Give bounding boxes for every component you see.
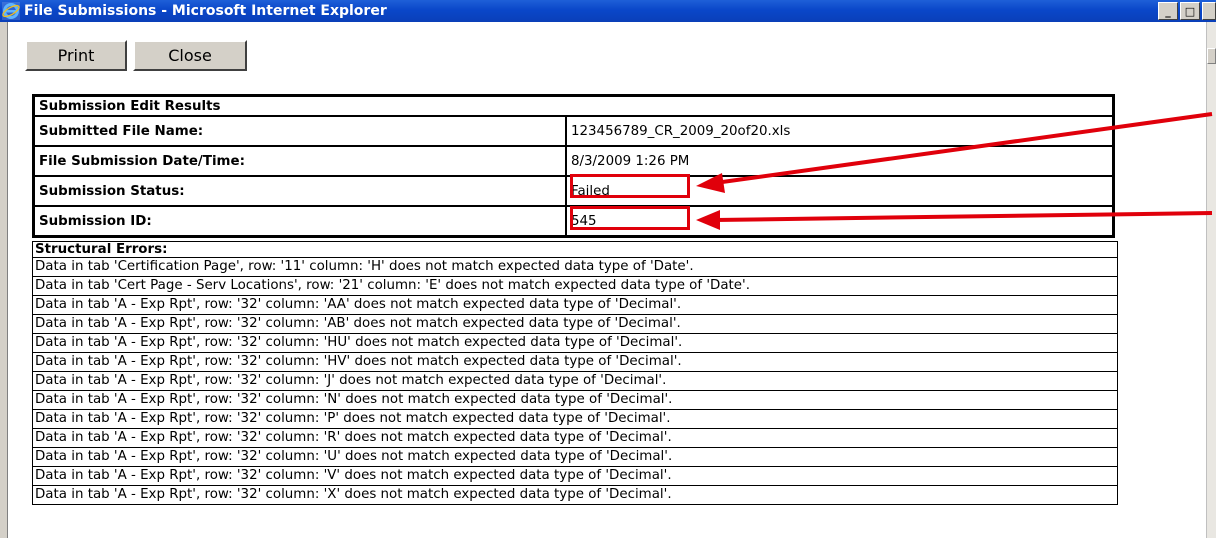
error-message: Data in tab 'A - Exp Rpt', row: '32' col…: [32, 409, 1118, 429]
table-row: Data in tab 'A - Exp Rpt', row: '32' col…: [32, 352, 1118, 372]
structural-errors-table: Structural Errors: Data in tab 'Certific…: [32, 241, 1118, 505]
error-message: Data in tab 'A - Exp Rpt', row: '32' col…: [32, 485, 1118, 505]
error-message: Data in tab 'A - Exp Rpt', row: '32' col…: [32, 371, 1118, 391]
submission-id-label: Submission ID:: [32, 205, 567, 238]
id-highlight-box: [570, 206, 690, 230]
file-name-label: Submitted File Name:: [32, 115, 567, 147]
table-row: Data in tab 'Certification Page', row: '…: [32, 257, 1118, 277]
window-controls: _ □: [1158, 2, 1216, 20]
results-header-row: Submission Edit Results: [32, 94, 1115, 117]
errors-header: Structural Errors:: [32, 241, 1118, 258]
table-row: Data in tab 'A - Exp Rpt', row: '32' col…: [32, 390, 1118, 410]
table-row: Data in tab 'A - Exp Rpt', row: '32' col…: [32, 409, 1118, 429]
close-window-button[interactable]: [1202, 2, 1216, 20]
table-row: Data in tab 'A - Exp Rpt', row: '32' col…: [32, 371, 1118, 391]
minimize-button[interactable]: _: [1158, 2, 1178, 20]
table-row: Data in tab 'A - Exp Rpt', row: '32' col…: [32, 314, 1118, 334]
status-highlight-box: [570, 174, 690, 198]
submission-date-value: 8/3/2009 1:26 PM: [565, 145, 1115, 177]
error-message: Data in tab 'A - Exp Rpt', row: '32' col…: [32, 314, 1118, 334]
scroll-up-arrow-icon[interactable]: [1207, 48, 1216, 64]
table-row: Data in tab 'A - Exp Rpt', row: '32' col…: [32, 428, 1118, 448]
error-message: Data in tab 'A - Exp Rpt', row: '32' col…: [32, 333, 1118, 353]
error-message: Data in tab 'A - Exp Rpt', row: '32' col…: [32, 466, 1118, 486]
browser-window: File Submissions - Microsoft Internet Ex…: [0, 0, 1216, 538]
error-message: Data in tab 'A - Exp Rpt', row: '32' col…: [32, 447, 1118, 467]
error-message: Data in tab 'A - Exp Rpt', row: '32' col…: [32, 352, 1118, 372]
table-row: Data in tab 'A - Exp Rpt', row: '32' col…: [32, 447, 1118, 467]
table-row: Data in tab 'A - Exp Rpt', row: '32' col…: [32, 466, 1118, 486]
table-row: File Submission Date/Time: 8/3/2009 1:26…: [32, 145, 1115, 177]
close-button[interactable]: Close: [133, 40, 247, 71]
table-row: Data in tab 'A - Exp Rpt', row: '32' col…: [32, 295, 1118, 315]
submission-date-label: File Submission Date/Time:: [32, 145, 567, 177]
table-row: Data in tab 'A - Exp Rpt', row: '32' col…: [32, 485, 1118, 505]
vertical-scrollbar[interactable]: [1206, 22, 1216, 538]
error-message: Data in tab 'A - Exp Rpt', row: '32' col…: [32, 428, 1118, 448]
error-message: Data in tab 'A - Exp Rpt', row: '32' col…: [32, 390, 1118, 410]
table-row: Data in tab 'Cert Page - Serv Locations'…: [32, 276, 1118, 296]
table-row: Submitted File Name: 123456789_CR_2009_2…: [32, 115, 1115, 147]
file-name-value: 123456789_CR_2009_20of20.xls: [565, 115, 1115, 147]
maximize-button[interactable]: □: [1180, 2, 1200, 20]
results-header: Submission Edit Results: [32, 94, 1115, 117]
window-left-border: [0, 22, 8, 538]
window-title: File Submissions - Microsoft Internet Ex…: [24, 3, 387, 19]
print-button[interactable]: Print: [25, 40, 127, 71]
error-message: Data in tab 'Cert Page - Serv Locations'…: [32, 276, 1118, 296]
error-message: Data in tab 'Certification Page', row: '…: [32, 257, 1118, 277]
title-bar[interactable]: File Submissions - Microsoft Internet Ex…: [0, 0, 1216, 22]
error-message: Data in tab 'A - Exp Rpt', row: '32' col…: [32, 295, 1118, 315]
errors-header-row: Structural Errors:: [32, 241, 1118, 258]
internet-explorer-icon: [2, 2, 20, 20]
submission-status-label: Submission Status:: [32, 175, 567, 207]
table-row: Data in tab 'A - Exp Rpt', row: '32' col…: [32, 333, 1118, 353]
